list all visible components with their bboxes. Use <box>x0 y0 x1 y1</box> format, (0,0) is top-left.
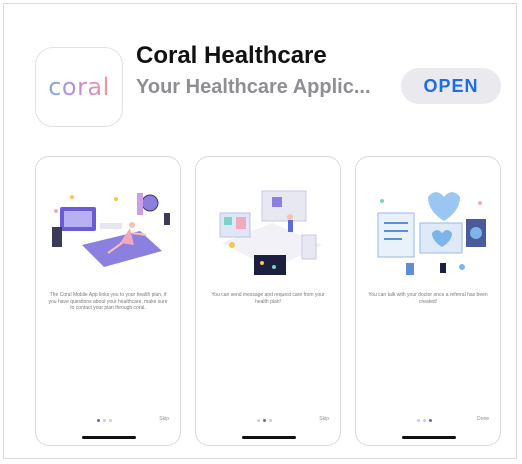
screenshot-1[interactable]: The Coral Mobile App links you to your h… <box>35 156 181 446</box>
home-indicator <box>402 436 456 439</box>
page-indicator <box>257 419 272 422</box>
skip-button[interactable]: Skip <box>159 416 169 422</box>
page-indicator <box>417 419 432 422</box>
done-button[interactable]: Done <box>477 416 489 422</box>
screenshot-2[interactable]: You can send message and request care fr… <box>195 156 341 446</box>
page-dot <box>103 419 106 422</box>
app-icon-logo: coral <box>48 73 110 101</box>
page-dot <box>97 419 100 422</box>
screenshot-caption: The Coral Mobile App links you to your h… <box>48 292 168 311</box>
page-dot <box>109 419 112 422</box>
page-indicator <box>97 419 112 422</box>
app-icon[interactable]: coral <box>35 47 123 127</box>
screenshot-caption: You can send message and request care fr… <box>211 292 325 305</box>
page-dot <box>257 419 260 422</box>
yoga-illustration <box>52 193 170 267</box>
page-dot <box>417 419 420 422</box>
page-dot <box>423 419 426 422</box>
screenshot-caption: You can talk with your doctor once a ref… <box>368 292 488 305</box>
page-dot <box>263 419 266 422</box>
open-button[interactable]: OPEN <box>401 68 501 104</box>
app-title: Coral Healthcare <box>136 42 327 69</box>
messaging-illustration <box>219 190 322 275</box>
home-indicator <box>82 436 136 439</box>
app-subtitle: Your Healthcare Applic... <box>136 76 371 98</box>
home-indicator <box>242 436 296 439</box>
doctor-illustration <box>377 192 486 275</box>
page-dot <box>269 419 272 422</box>
page-dot <box>429 419 432 422</box>
screenshot-3[interactable]: You can talk with your doctor once a ref… <box>355 156 501 446</box>
skip-button[interactable]: Skip <box>319 416 329 422</box>
